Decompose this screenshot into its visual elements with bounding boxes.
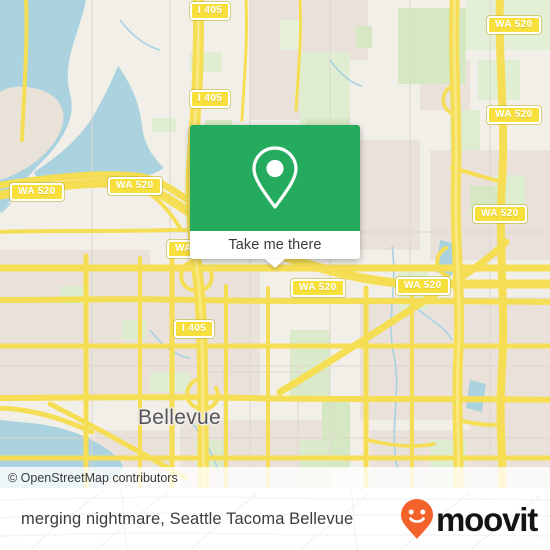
footer-bar: merging nightmare, Seattle Tacoma Bellev… [0, 488, 550, 550]
highway-shield: WA 520 [487, 106, 541, 124]
moovit-logo[interactable]: moovit [400, 498, 538, 540]
highway-shield: WA 520 [487, 16, 541, 34]
highway-shield: I 405 [190, 2, 231, 20]
place-popup-card[interactable]: Take me there [190, 125, 360, 268]
place-caption: merging nightmare, Seattle Tacoma Bellev… [21, 509, 354, 528]
city-label-bellevue: Bellevue [138, 406, 221, 429]
popup-header [190, 125, 360, 231]
map-pin-icon [252, 146, 298, 209]
moovit-wordmark: moovit [436, 500, 538, 538]
map-canvas[interactable]: I 405 WA 520 I 405 WA 520 WA 520 WA 520 … [0, 0, 550, 488]
moovit-pin-smiley-icon [401, 499, 434, 539]
highway-shield: WA 520 [473, 205, 527, 223]
highway-shield: I 405 [174, 320, 215, 338]
highway-shield: I 405 [190, 90, 231, 108]
highway-shield: WA 520 [108, 177, 162, 195]
moovit-map-screenshot: I 405 WA 520 I 405 WA 520 WA 520 WA 520 … [0, 0, 550, 550]
highway-shield: WA 520 [291, 279, 345, 297]
osm-attribution-text: © OpenStreetMap contributors [8, 470, 178, 485]
popup-action-row[interactable]: Take me there [190, 231, 360, 259]
take-me-there-label: Take me there [228, 237, 322, 253]
osm-attribution-bar[interactable]: © OpenStreetMap contributors [0, 467, 550, 488]
highway-shield: WA 520 [396, 277, 450, 295]
popup-pointer-tail [265, 259, 285, 268]
highway-shield: WA 520 [10, 183, 64, 201]
